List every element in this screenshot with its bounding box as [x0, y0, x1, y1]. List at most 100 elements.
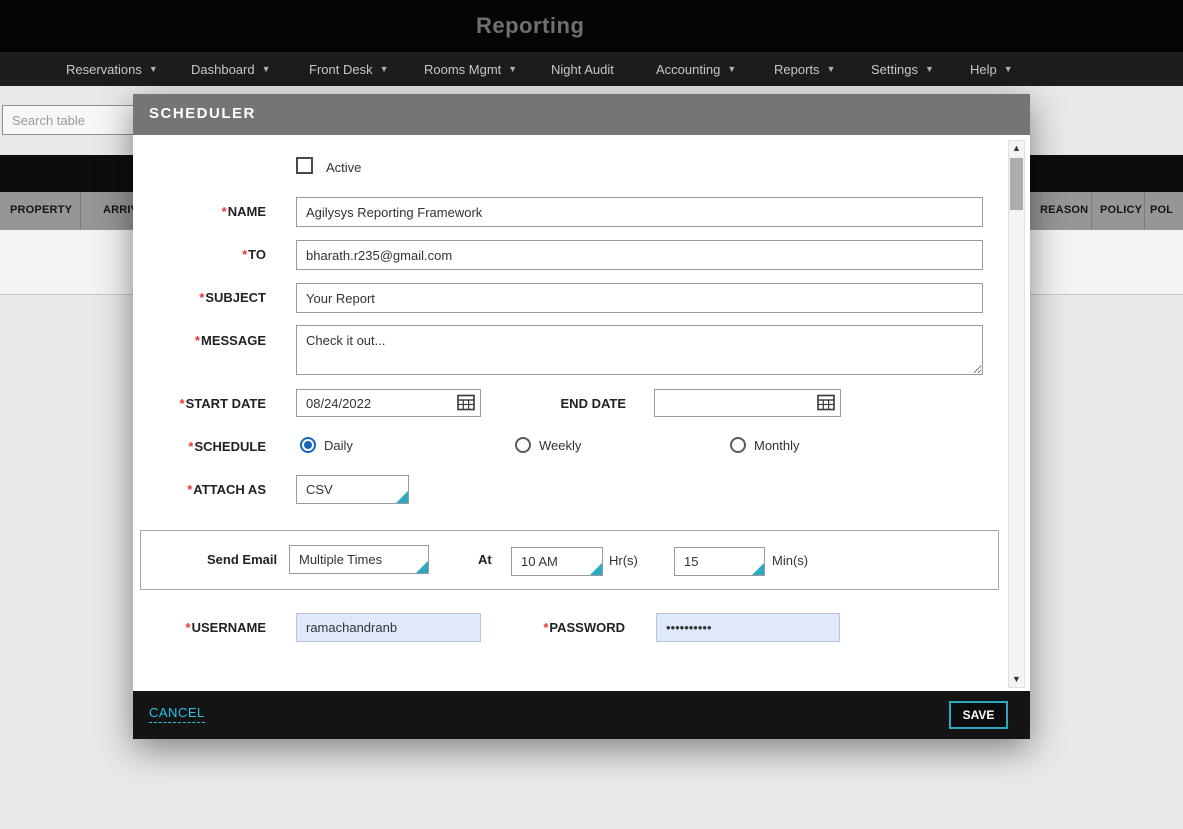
page-title: Reporting [476, 13, 584, 39]
start-date-field[interactable] [296, 389, 481, 417]
active-label: Active [326, 160, 361, 175]
nav-label: Help [970, 62, 997, 77]
hour-select[interactable]: 10 AM [511, 547, 603, 576]
end-date-field[interactable] [654, 389, 841, 417]
minutes-suffix: Min(s) [772, 553, 808, 568]
save-button[interactable]: SAVE [949, 701, 1008, 729]
radio-weekly[interactable]: Weekly [515, 437, 581, 453]
main-nav: Reservations ▼ Dashboard ▼ Front Desk ▼ Roo… [0, 52, 1183, 86]
nav-label: Rooms Mgmt [424, 62, 501, 77]
radio-monthly[interactable]: Monthly [730, 437, 800, 453]
required-mark: * [242, 247, 247, 262]
message-field[interactable]: Check it out... [296, 325, 983, 375]
nav-item-accounting[interactable]: Accounting ▼ [656, 52, 736, 86]
scroll-down-icon[interactable]: ▼ [1009, 672, 1024, 687]
radio-icon [730, 437, 746, 453]
nav-item-reservations[interactable]: Reservations ▼ [66, 52, 158, 86]
required-mark: * [222, 204, 227, 219]
scroll-up-icon[interactable]: ▲ [1009, 141, 1024, 156]
required-mark: * [180, 396, 185, 411]
username-field[interactable] [296, 613, 481, 642]
at-label: At [478, 552, 492, 567]
hours-suffix: Hr(s) [609, 553, 638, 568]
required-mark: * [199, 290, 204, 305]
column-divider [1144, 192, 1145, 230]
required-mark: * [186, 620, 191, 635]
nav-label: Night Audit [551, 62, 614, 77]
end-date-wrap [654, 389, 841, 417]
chevron-down-icon: ▼ [508, 64, 517, 74]
start-date-label: *START DATE [133, 396, 266, 411]
nav-label: Reservations [66, 62, 142, 77]
radio-icon [515, 437, 531, 453]
active-checkbox[interactable] [296, 157, 313, 174]
name-label: *NAME [133, 204, 266, 219]
name-field[interactable] [296, 197, 983, 227]
password-label: *PASSWORD [507, 620, 625, 635]
column-header-reason[interactable]: REASON [1040, 204, 1088, 216]
required-mark: * [195, 333, 200, 348]
chevron-down-icon: ▼ [925, 64, 934, 74]
nav-item-help[interactable]: Help ▼ [970, 52, 1013, 86]
calendar-icon[interactable] [817, 394, 835, 411]
scrollbar-thumb[interactable] [1010, 158, 1023, 210]
cancel-button[interactable]: CANCEL [149, 705, 205, 723]
column-divider [1091, 192, 1092, 230]
chevron-down-icon: ▼ [380, 64, 389, 74]
nav-label: Settings [871, 62, 918, 77]
dialog-footer: CANCEL SAVE [133, 691, 1030, 739]
scheduler-dialog: SCHEDULER Active *NAME *TO *SUBJECT *MES… [133, 94, 1030, 739]
nav-label: Accounting [656, 62, 720, 77]
column-header-policy[interactable]: POLICY [1100, 204, 1142, 216]
minute-select[interactable]: 15 [674, 547, 765, 576]
attach-as-select[interactable]: CSV [296, 475, 409, 504]
column-header-pol[interactable]: POL [1150, 204, 1173, 216]
nav-item-dashboard[interactable]: Dashboard ▼ [191, 52, 271, 86]
nav-item-reports[interactable]: Reports ▼ [774, 52, 835, 86]
required-mark: * [187, 482, 192, 497]
nav-label: Dashboard [191, 62, 255, 77]
password-field[interactable] [656, 613, 840, 642]
select-value: 15 [684, 554, 698, 569]
schedule-label: *SCHEDULE [133, 439, 266, 454]
app-header: Reporting [0, 0, 1183, 52]
dialog-scrollbar[interactable]: ▲ ▼ [1008, 140, 1025, 688]
select-value: CSV [306, 482, 333, 497]
calendar-icon[interactable] [457, 394, 475, 411]
nav-item-night-audit[interactable]: Night Audit [551, 52, 614, 86]
send-email-label: Send Email [207, 552, 277, 567]
nav-label: Reports [774, 62, 820, 77]
dialog-header: SCHEDULER [133, 94, 1030, 135]
send-email-select[interactable]: Multiple Times [289, 545, 429, 574]
nav-item-front-desk[interactable]: Front Desk ▼ [309, 52, 389, 86]
required-mark: * [543, 620, 548, 635]
nav-label: Front Desk [309, 62, 373, 77]
nav-item-rooms-mgmt[interactable]: Rooms Mgmt ▼ [424, 52, 517, 86]
column-header-property[interactable]: PROPERTY [10, 204, 72, 216]
nav-item-settings[interactable]: Settings ▼ [871, 52, 934, 86]
chevron-down-icon: ▼ [1004, 64, 1013, 74]
select-value: 10 AM [521, 554, 558, 569]
required-mark: * [188, 439, 193, 454]
dialog-title: SCHEDULER [149, 105, 256, 122]
select-value: Multiple Times [299, 552, 382, 567]
radio-label: Monthly [754, 438, 800, 453]
column-divider [80, 192, 81, 230]
username-label: *USERNAME [133, 620, 266, 635]
chevron-down-icon: ▼ [149, 64, 158, 74]
subject-field[interactable] [296, 283, 983, 313]
end-date-label: END DATE [523, 396, 626, 411]
radio-daily[interactable]: Daily [300, 437, 353, 453]
start-date-wrap [296, 389, 481, 417]
to-label: *TO [133, 247, 266, 262]
radio-label: Weekly [539, 438, 581, 453]
to-field[interactable] [296, 240, 983, 270]
chevron-down-icon: ▼ [262, 64, 271, 74]
chevron-down-icon: ▼ [827, 64, 836, 74]
attach-as-label: *ATTACH AS [133, 482, 266, 497]
chevron-down-icon: ▼ [727, 64, 736, 74]
dialog-body: Active *NAME *TO *SUBJECT *MESSAGE Check… [133, 135, 1030, 691]
radio-selected-icon [300, 437, 316, 453]
radio-label: Daily [324, 438, 353, 453]
subject-label: *SUBJECT [133, 290, 266, 305]
